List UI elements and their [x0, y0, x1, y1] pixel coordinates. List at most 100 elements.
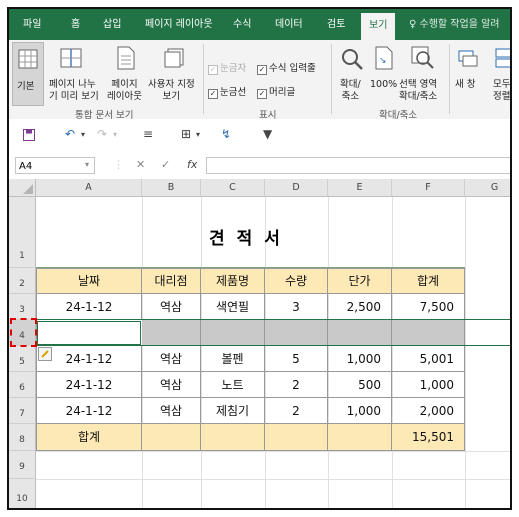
name-box[interactable]: A4 — [15, 157, 95, 174]
total-label-cell[interactable]: 합계 — [37, 424, 142, 451]
table-cell[interactable] — [328, 424, 392, 451]
new-window-button[interactable]: 새 창 — [455, 79, 476, 91]
column-header-g[interactable]: G — [465, 179, 510, 197]
borders-icon[interactable]: ⊞ — [181, 127, 191, 141]
undo-dropdown-icon[interactable]: ▾ — [81, 130, 85, 139]
tab-page-layout[interactable]: 페이지 레이아웃 — [145, 9, 213, 40]
row-header-2[interactable]: 2 — [9, 268, 36, 294]
tab-file[interactable]: 파일 — [23, 9, 41, 40]
table-cell[interactable]: 1,000 — [328, 346, 392, 372]
column-header-f[interactable]: F — [392, 179, 465, 197]
table-cell[interactable]: 2,500 — [328, 294, 392, 320]
header-cell-price[interactable]: 단가 — [328, 269, 392, 294]
tab-insert[interactable]: 삽입 — [103, 9, 121, 40]
zoom-to-selection-button[interactable]: 선택 영역 확대/축소 — [399, 79, 437, 103]
table-cell[interactable]: 24-1-12 — [37, 372, 142, 398]
row-header-6[interactable]: 6 — [9, 372, 36, 398]
table-cell[interactable]: 5,001 — [392, 346, 465, 372]
table-cell[interactable]: 24-1-12 — [37, 294, 142, 320]
column-header-d[interactable]: D — [265, 179, 328, 197]
sort-icon[interactable]: ↯ — [221, 127, 231, 141]
table-cell[interactable]: 역삼 — [142, 294, 201, 320]
table-cell[interactable]: 역삼 — [142, 372, 201, 398]
cancel-icon[interactable]: ✕ — [136, 158, 145, 171]
row-header-7[interactable]: 7 — [9, 398, 36, 424]
header-cell-total[interactable]: 합계 — [392, 269, 465, 294]
sheet-title[interactable]: 견적서 — [36, 224, 465, 250]
row-header-1[interactable]: 1 — [9, 197, 36, 268]
table-cell[interactable]: 역삼 — [142, 398, 201, 424]
table-cell[interactable] — [265, 424, 328, 451]
row-header-3[interactable]: 3 — [9, 294, 36, 320]
table-cell[interactable]: 24-1-12 — [37, 398, 142, 424]
redo-icon[interactable]: ↷ — [97, 127, 107, 141]
select-all-corner[interactable] — [9, 179, 36, 197]
borders-dropdown-icon[interactable]: ▾ — [196, 130, 200, 139]
table-cell[interactable] — [265, 320, 328, 346]
column-header-a[interactable]: A — [36, 179, 142, 197]
table-cell[interactable]: 노트 — [201, 372, 265, 398]
align-icon[interactable]: ≡ — [143, 127, 153, 141]
chevron-down-icon[interactable]: ▾ — [85, 160, 89, 169]
tell-me-search[interactable]: ♀ 수행할 작업을 알려 — [409, 9, 499, 40]
custom-views-button[interactable]: 사용자 지정 보기 — [148, 79, 195, 103]
tab-view[interactable]: 보기 — [361, 13, 396, 40]
tab-home[interactable]: 홈 — [71, 9, 80, 40]
headings-checkbox[interactable]: ✓ 머리글 — [257, 84, 295, 99]
table-cell[interactable]: 24-1-12 — [37, 346, 142, 372]
column-header-e[interactable]: E — [328, 179, 392, 197]
table-cell[interactable] — [142, 320, 201, 346]
header-cell-branch[interactable]: 대리점 — [142, 269, 201, 294]
more-icon: ⋮ — [113, 158, 124, 171]
table-cell[interactable]: 1,000 — [392, 372, 465, 398]
gridlines-checkbox[interactable]: ✓ 눈금선 — [208, 84, 246, 99]
table-cell[interactable]: 역삼 — [142, 346, 201, 372]
tab-data[interactable]: 데이터 — [275, 9, 303, 40]
table-cell[interactable] — [392, 320, 465, 346]
page-break-preview-button[interactable]: 페이지 나누 기 미리 보기 — [49, 79, 99, 103]
total-value-cell[interactable]: 15,501 — [392, 424, 465, 451]
table-cell[interactable]: 2 — [265, 398, 328, 424]
header-cell-product[interactable]: 제품명 — [201, 269, 265, 294]
row-header-9[interactable]: 9 — [9, 451, 36, 479]
page-layout-button[interactable]: 페이지 레이아웃 — [107, 79, 142, 103]
table-cell[interactable]: 2 — [265, 372, 328, 398]
table-cell[interactable]: 7,500 — [392, 294, 465, 320]
table-cell[interactable]: 500 — [328, 372, 392, 398]
normal-view-button[interactable]: 기본 — [12, 42, 44, 106]
table-cell[interactable]: 2,000 — [392, 398, 465, 424]
column-header-c[interactable]: C — [201, 179, 265, 197]
table-cell[interactable]: 제침기 — [201, 398, 265, 424]
active-cell-a4[interactable] — [37, 321, 141, 345]
zoom-100-button[interactable]: 100% — [370, 79, 397, 91]
table-cell[interactable]: 볼펜 — [201, 346, 265, 372]
formula-bar-checkbox[interactable]: ✓ 수식 입력줄 — [257, 60, 316, 75]
table-cell[interactable] — [328, 320, 392, 346]
ribbon-tab-bar: 파일 홈 삽입 페이지 레이아웃 수식 데이터 검토 보기 ♀ 수행할 작업을 … — [9, 9, 510, 40]
table-cell[interactable]: 색연필 — [201, 294, 265, 320]
header-cell-qty[interactable]: 수량 — [265, 269, 328, 294]
insert-function-icon[interactable]: fx — [187, 158, 197, 171]
save-icon[interactable] — [23, 129, 35, 141]
undo-icon[interactable]: ↶ — [65, 127, 75, 141]
header-cell-date[interactable]: 날짜 — [37, 269, 142, 294]
redo-dropdown-icon[interactable]: ▾ — [113, 130, 117, 139]
table-cell[interactable] — [201, 320, 265, 346]
filter-icon[interactable]: ▼ — [263, 127, 272, 141]
table-cell[interactable] — [142, 424, 201, 451]
table-cell[interactable]: 5 — [265, 346, 328, 372]
row-header-8[interactable]: 8 — [9, 424, 36, 451]
table-cell[interactable]: 3 — [265, 294, 328, 320]
table-cell[interactable] — [201, 424, 265, 451]
enter-icon[interactable]: ✓ — [161, 158, 170, 171]
table-cell[interactable]: 1,000 — [328, 398, 392, 424]
ruler-checkbox[interactable]: ✓ 눈금자 — [208, 60, 246, 75]
row-header-10[interactable]: 10 — [9, 479, 36, 508]
tab-formulas[interactable]: 수식 — [233, 9, 251, 40]
row-header-5[interactable]: 5 — [9, 346, 36, 372]
tab-review[interactable]: 검토 — [327, 9, 345, 40]
column-header-b[interactable]: B — [142, 179, 201, 197]
arrange-all-button[interactable]: 모두 정렬 — [493, 79, 510, 103]
formula-input[interactable] — [206, 157, 510, 174]
zoom-button[interactable]: 확대/ 축소 — [340, 79, 361, 103]
